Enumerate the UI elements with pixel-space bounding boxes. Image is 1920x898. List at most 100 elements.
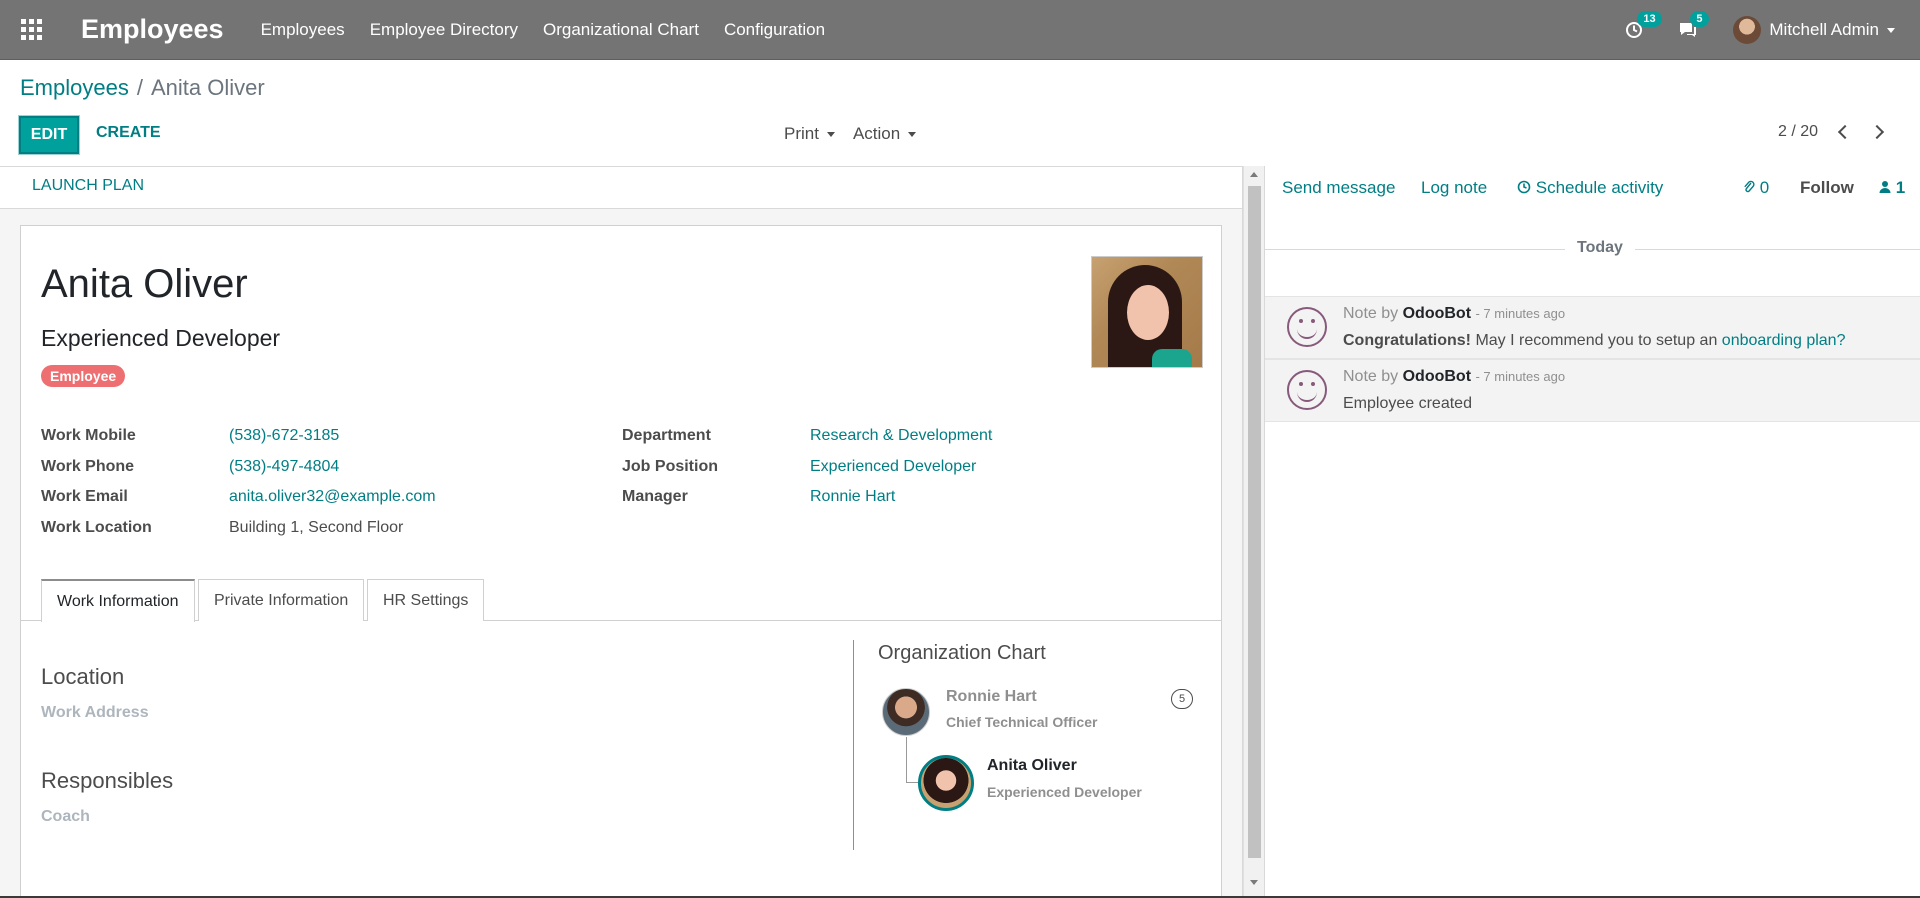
apps-menu-icon[interactable] bbox=[21, 18, 43, 41]
field-label: Department bbox=[622, 427, 711, 445]
scroll-down-icon[interactable] bbox=[1250, 880, 1258, 885]
tab-hr-settings[interactable]: HR Settings bbox=[367, 579, 485, 621]
systray: 13 5 Mitchell Admin bbox=[1625, 0, 1920, 60]
breadcrumb-parent[interactable]: Employees bbox=[20, 75, 129, 100]
job-position-value[interactable]: Experienced Developer bbox=[810, 458, 976, 476]
work-location-value[interactable]: Building 1, Second Floor bbox=[229, 519, 403, 537]
followers-button[interactable]: 1 bbox=[1879, 178, 1905, 198]
message-body: Employee created bbox=[1343, 395, 1472, 413]
employee-photo[interactable] bbox=[1091, 256, 1203, 368]
message-header: Note by OdooBot - 7 minutes ago bbox=[1343, 305, 1565, 323]
form-scrollbar[interactable] bbox=[1243, 166, 1264, 898]
print-dropdown[interactable]: Print bbox=[784, 124, 835, 144]
message-time: - 7 minutes ago bbox=[1475, 369, 1566, 384]
left-fields-group: Work Mobile (538)-672-3185 Work Phone (5… bbox=[41, 421, 436, 543]
main-menu: Employees Employee Directory Organizatio… bbox=[261, 20, 825, 40]
tab-private-information[interactable]: Private Information bbox=[198, 579, 365, 621]
field-label: Work Email bbox=[41, 488, 128, 506]
menu-item-employees[interactable]: Employees bbox=[261, 20, 345, 40]
pager-previous-icon[interactable] bbox=[1837, 124, 1853, 140]
field-work-phone: Work Phone (538)-497-4804 bbox=[41, 452, 436, 483]
paperclip-icon bbox=[1744, 180, 1755, 193]
manager-value[interactable]: Ronnie Hart bbox=[810, 488, 895, 506]
work-phone-value[interactable]: (538)-497-4804 bbox=[229, 458, 339, 476]
message-author[interactable]: OdooBot bbox=[1403, 305, 1471, 322]
field-label: Manager bbox=[622, 488, 688, 506]
field-label: Work Mobile bbox=[41, 427, 136, 445]
manager-subordinates-count[interactable]: 5 bbox=[1171, 689, 1193, 709]
print-label: Print bbox=[784, 124, 819, 143]
pager: 2 / 20 bbox=[1778, 123, 1885, 141]
message-body: Congratulations! May I recommend you to … bbox=[1343, 332, 1845, 350]
user-menu[interactable]: Mitchell Admin bbox=[1733, 16, 1895, 44]
menu-item-organizational-chart[interactable]: Organizational Chart bbox=[543, 20, 699, 40]
scroll-thumb[interactable] bbox=[1248, 186, 1261, 858]
action-dropdowns: Print Action bbox=[784, 124, 917, 144]
edit-button[interactable]: EDIT bbox=[19, 116, 79, 154]
launch-plan-button[interactable]: LAUNCH PLAN bbox=[32, 177, 144, 195]
app-title[interactable]: Employees bbox=[81, 14, 224, 45]
log-note-button[interactable]: Log note bbox=[1421, 178, 1487, 198]
caret-down-icon bbox=[826, 132, 835, 138]
field-label: Work Location bbox=[41, 518, 152, 536]
user-icon bbox=[1879, 181, 1891, 193]
message-text: Employee created bbox=[1343, 395, 1472, 412]
field-label: Work Phone bbox=[41, 457, 135, 475]
messaging-menu[interactable]: 5 bbox=[1678, 11, 1709, 39]
scroll-up-icon[interactable] bbox=[1250, 172, 1258, 177]
breadcrumb-separator: / bbox=[136, 75, 143, 100]
odoobot-smiley-icon[interactable] bbox=[1287, 307, 1327, 347]
manager-avatar[interactable] bbox=[882, 688, 930, 736]
activity-menu[interactable]: 13 bbox=[1625, 11, 1662, 39]
field-work-email: Work Email anita.oliver32@example.com bbox=[41, 482, 436, 513]
field-manager: Manager Ronnie Hart bbox=[622, 482, 992, 513]
tab-work-information[interactable]: Work Information bbox=[41, 579, 195, 622]
coach-label: Coach bbox=[41, 808, 90, 825]
manager-name[interactable]: Ronnie Hart bbox=[946, 688, 1037, 706]
send-message-button[interactable]: Send message bbox=[1282, 178, 1395, 198]
message-author[interactable]: OdooBot bbox=[1403, 368, 1471, 385]
work-email-value[interactable]: anita.oliver32@example.com bbox=[229, 488, 436, 506]
work-address-label: Work Address bbox=[41, 704, 149, 721]
breadcrumb-current: Anita Oliver bbox=[150, 75, 265, 100]
location-section-title: Location bbox=[41, 664, 125, 689]
attachments-count: 0 bbox=[1759, 178, 1770, 197]
chatter-message: Note by OdooBot - 7 minutes ago Employee… bbox=[1265, 359, 1920, 422]
message-type: Note by bbox=[1343, 305, 1399, 322]
org-chart-title: Organization Chart bbox=[878, 642, 1046, 664]
employee-name[interactable]: Anita Oliver bbox=[41, 262, 248, 307]
menu-item-employee-directory[interactable]: Employee Directory bbox=[370, 20, 518, 40]
create-button[interactable]: CREATE bbox=[96, 124, 161, 142]
responsibles-section-title: Responsibles bbox=[41, 768, 174, 793]
field-job-position: Job Position Experienced Developer bbox=[622, 452, 992, 483]
message-text: May I recommend you to setup an bbox=[1471, 332, 1722, 349]
field-work-location: Work Location Building 1, Second Floor bbox=[41, 513, 436, 544]
pager-next-icon[interactable] bbox=[1869, 124, 1885, 140]
right-fields-group: Department Research & Development Job Po… bbox=[622, 421, 992, 513]
followers-count: 1 bbox=[1895, 178, 1906, 197]
form-sheet: Anita Oliver Experienced Developer Emplo… bbox=[20, 225, 1222, 898]
odoobot-smiley-icon[interactable] bbox=[1287, 370, 1327, 410]
onboarding-plan-link[interactable]: onboarding plan? bbox=[1722, 332, 1846, 349]
employee-org-name: Anita Oliver bbox=[987, 757, 1077, 774]
attachments-button[interactable]: 0 bbox=[1743, 178, 1769, 198]
work-mobile-value[interactable]: (538)-672-3185 bbox=[229, 427, 339, 445]
form-statusbar: LAUNCH PLAN bbox=[0, 167, 1242, 209]
message-count-badge: 5 bbox=[1690, 11, 1709, 27]
message-type: Note by bbox=[1343, 368, 1399, 385]
schedule-activity-button[interactable]: Schedule activity bbox=[1517, 178, 1663, 198]
message-time: - 7 minutes ago bbox=[1475, 306, 1566, 321]
caret-down-icon bbox=[1887, 27, 1895, 33]
employee-job-title[interactable]: Experienced Developer bbox=[41, 325, 280, 352]
action-dropdown[interactable]: Action bbox=[853, 124, 917, 144]
pager-value[interactable]: 2 / 20 bbox=[1778, 123, 1818, 141]
menu-item-configuration[interactable]: Configuration bbox=[724, 20, 825, 40]
follow-button[interactable]: Follow bbox=[1800, 178, 1854, 198]
chatter-topbar: Send message Log note Schedule activity … bbox=[1265, 166, 1920, 210]
form-tabs: Work Information Private Information HR … bbox=[21, 579, 1221, 622]
caret-down-icon bbox=[908, 132, 917, 138]
message-header: Note by OdooBot - 7 minutes ago bbox=[1343, 368, 1565, 386]
date-separator: Today bbox=[1265, 239, 1920, 257]
field-label: Job Position bbox=[622, 457, 718, 475]
department-value[interactable]: Research & Development bbox=[810, 427, 992, 445]
